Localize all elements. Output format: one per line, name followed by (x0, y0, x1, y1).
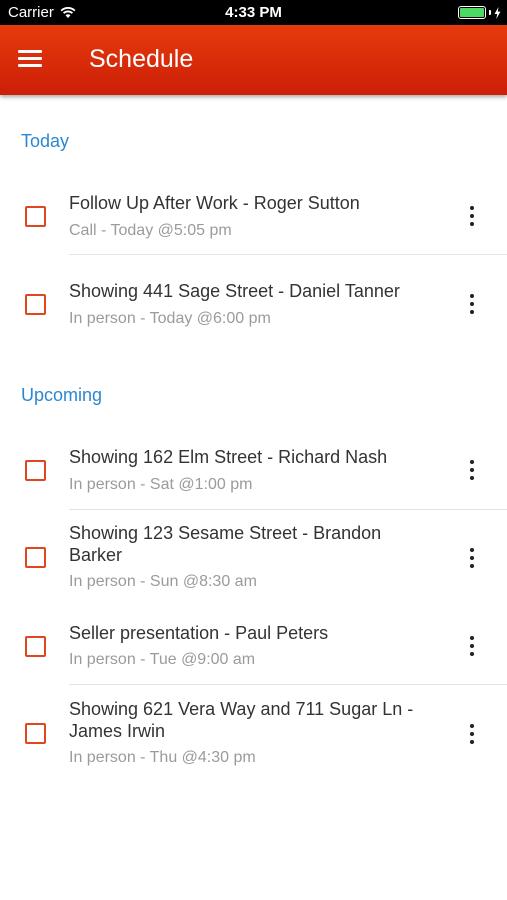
item-title: Showing 441 Sage Street - Daniel Tanner (69, 281, 400, 301)
list-item[interactable]: Showing 441 Sage Street - Daniel Tanner … (0, 263, 507, 343)
item-subtitle: In person - Tue @9:00 am (69, 651, 256, 668)
item-subtitle: In person - Thu @4:30 pm (69, 749, 256, 766)
more-vertical-icon[interactable] (462, 291, 482, 317)
item-title: Seller presentation - Paul Peters (69, 623, 329, 643)
divider (69, 254, 507, 255)
battery-level (460, 8, 484, 17)
item-subtitle: In person - Today @6:00 pm (69, 310, 271, 327)
more-vertical-icon[interactable] (462, 457, 482, 483)
list-item[interactable]: Showing 162 Elm Street - Richard Nash In… (0, 430, 507, 510)
status-bar: Carrier 4:33 PM (0, 0, 507, 25)
item-title: Showing 621 Vera Way and 711 Sugar Ln - … (69, 699, 414, 741)
list-item[interactable]: Showing 123 Sesame Street - Brandon Bark… (0, 510, 507, 609)
list-item[interactable]: Seller presentation - Paul Peters In per… (0, 609, 507, 685)
checkbox-icon[interactable] (25, 206, 46, 227)
more-vertical-icon[interactable] (462, 545, 482, 571)
checkbox-icon[interactable] (25, 547, 46, 568)
checkbox-icon[interactable] (25, 636, 46, 657)
list-item[interactable]: Follow Up After Work - Roger Sutton Call… (0, 175, 507, 255)
battery-tip (489, 10, 491, 15)
item-title: Showing 162 Elm Street - Richard Nash (69, 447, 388, 467)
checkbox-icon[interactable] (25, 294, 46, 315)
item-title: Showing 123 Sesame Street - Brandon Bark… (69, 523, 382, 565)
status-time: 4:33 PM (225, 4, 282, 21)
item-subtitle: In person - Sun @8:30 am (69, 573, 257, 590)
more-vertical-icon[interactable] (462, 721, 482, 747)
more-vertical-icon[interactable] (462, 633, 482, 659)
app-bar: Schedule (0, 25, 507, 95)
item-subtitle: Call - Today @5:05 pm (69, 222, 232, 239)
charging-bolt-icon (494, 6, 501, 19)
item-subtitle: In person - Sat @1:00 pm (69, 476, 253, 493)
hamburger-menu-icon[interactable] (18, 47, 44, 71)
status-right (458, 6, 501, 19)
checkbox-icon[interactable] (25, 460, 46, 481)
battery-icon (458, 6, 486, 19)
section-header-today: Today (21, 131, 70, 151)
page-title: Schedule (89, 45, 194, 73)
checkbox-icon[interactable] (25, 723, 46, 744)
list-item[interactable]: Showing 621 Vera Way and 711 Sugar Ln - … (0, 685, 507, 785)
more-vertical-icon[interactable] (462, 203, 482, 229)
item-title: Follow Up After Work - Roger Sutton (69, 193, 360, 213)
section-header-upcoming: Upcoming (21, 385, 103, 405)
